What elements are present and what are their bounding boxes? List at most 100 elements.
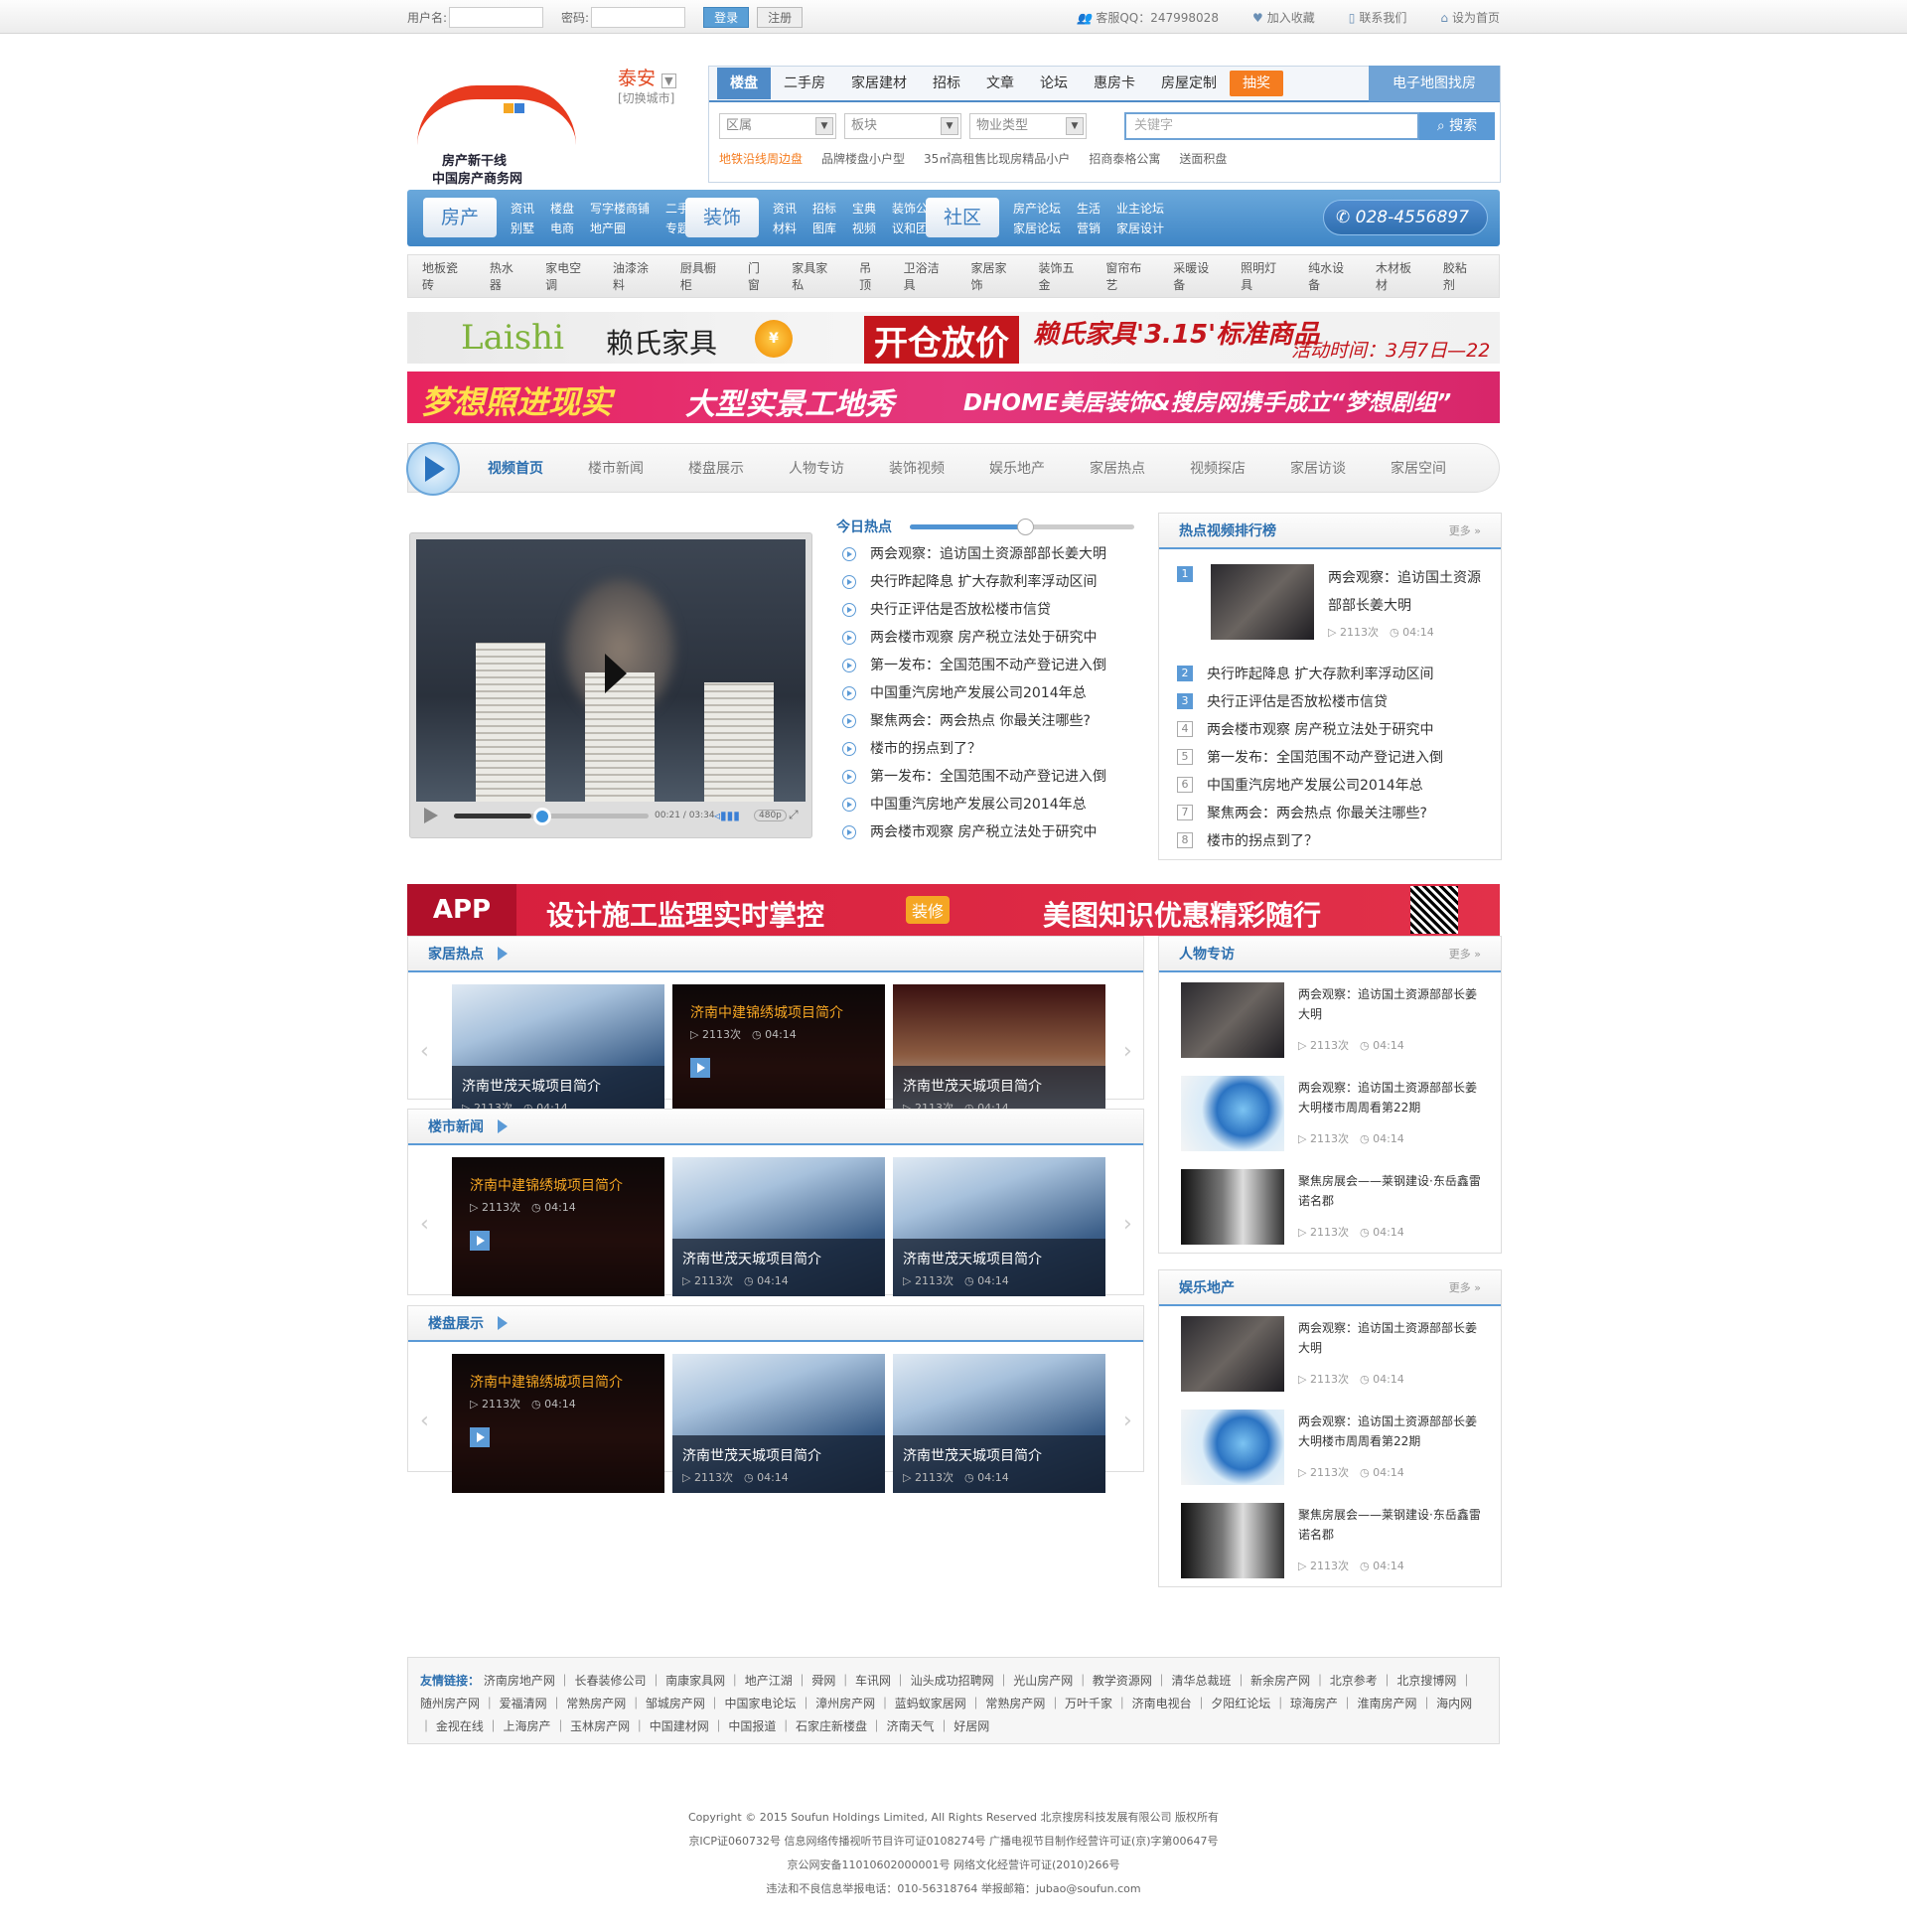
video-slide[interactable]: 济南世茂天城项目简介 ▷ 2113次 ◷ 04:14 (672, 1354, 885, 1493)
category-link[interactable]: 家居家饰 (971, 259, 1018, 293)
play-icon[interactable] (605, 654, 627, 693)
hot-item-title[interactable]: 中国重汽房地产发展公司2014年总 (870, 679, 1087, 707)
rank-title[interactable]: 楼市的拐点到了？ (1207, 830, 1318, 850)
arrow-right-icon[interactable] (498, 1119, 508, 1133)
category-link[interactable]: 采暖设备 (1173, 259, 1220, 293)
hot-item-title[interactable]: 楼市的拐点到了？ (870, 735, 981, 763)
property-type-select[interactable]: 物业类型 ▼ (969, 113, 1087, 139)
hot-item[interactable]: 第一发布：全国范围不动产登记进入倒 (836, 763, 1146, 791)
hot-item[interactable]: 中国重汽房地产发展公司2014年总 (836, 791, 1146, 818)
search-tab[interactable]: 论坛 (1027, 68, 1081, 99)
hot-search-link[interactable]: 品牌楼盘小户型 (821, 150, 905, 167)
side-item[interactable]: 聚焦房展会——莱钢建设·东岳鑫雷诺名郡 ▷ 2113次 ◷ 04:14 (1159, 1493, 1501, 1586)
nav-link[interactable]: 生活 (1077, 200, 1100, 220)
category-link[interactable]: 卫浴洁具 (904, 259, 951, 293)
nav-link[interactable]: 营销 (1077, 220, 1100, 239)
hot-item[interactable]: 央行昨起降息 扩大存款利率浮动区间 (836, 568, 1146, 596)
video-nav-item[interactable]: 家居空间 (1391, 458, 1491, 478)
category-link[interactable]: 装饰五金 (1038, 259, 1085, 293)
district-select[interactable]: 区属 ▼ (719, 113, 836, 139)
video-thumbnail[interactable] (1211, 564, 1314, 640)
hot-item[interactable]: 央行正评估是否放松楼市信贷 (836, 596, 1146, 624)
quality-button[interactable]: 480p (754, 810, 787, 821)
category-link[interactable]: 纯水设备 (1308, 259, 1355, 293)
block-select[interactable]: 板块 ▼ (844, 113, 961, 139)
video-slide[interactable]: 济南世茂天城项目简介 ▷ 2113次 ◷ 04:14 (893, 1157, 1105, 1296)
search-tab[interactable]: 房屋定制 (1148, 68, 1230, 99)
search-tab[interactable]: 二手房 (771, 68, 838, 99)
nav-link[interactable]: 家居设计 (1116, 220, 1164, 239)
slide-title[interactable]: 济南中建锦绣城项目简介 (470, 1175, 664, 1195)
add-favorite-link[interactable]: ♥ 加入收藏 (1252, 9, 1315, 26)
video-nav-item[interactable]: 娱乐地产 (989, 458, 1090, 478)
video-nav-item[interactable]: 人物专访 (789, 458, 889, 478)
video-slide[interactable]: 济南世茂天城项目简介 ▷ 2113次 ◷ 04:14 (893, 1354, 1105, 1493)
side-item[interactable]: 两会观察：追访国土资源部部长姜大明楼市周周看第22期 ▷ 2113次 ◷ 04:1… (1159, 1066, 1501, 1159)
search-tab[interactable]: 家居建材 (838, 68, 920, 99)
slide-title[interactable]: 济南世茂天城项目简介 (903, 1445, 1105, 1465)
rank-item[interactable]: 7 聚焦两会：两会热点 你最关注哪些? (1159, 799, 1501, 826)
rank-title[interactable]: 两会楼市观察 房产税立法处于研究中 (1207, 719, 1433, 739)
hot-item[interactable]: 两会楼市观察 房产税立法处于研究中 (836, 818, 1146, 846)
hot-item[interactable]: 中国重汽房地产发展公司2014年总 (836, 679, 1146, 707)
video-slide[interactable]: 济南世茂天城项目简介 ▷ 2113次 ◷ 04:14 (672, 1157, 885, 1296)
video-slide[interactable]: 济南世茂天城项目简介 ▷ 2113次 ◷ 04:14 (452, 984, 664, 1123)
search-tab[interactable]: 文章 (973, 68, 1027, 99)
hot-item-title[interactable]: 两会观察：追访国土资源部部长姜大明 (870, 540, 1106, 568)
nav-link[interactable]: 宝典 (852, 200, 876, 220)
hot-item[interactable]: 两会观察：追访国土资源部部长姜大明 (836, 540, 1146, 568)
arrow-right-icon[interactable] (498, 947, 508, 961)
hot-item-title[interactable]: 央行正评估是否放松楼市信贷 (870, 596, 1051, 624)
chevron-right-icon[interactable]: › (1123, 1039, 1132, 1064)
video-slide[interactable]: 济南中建锦绣城项目简介 ▷ 2113次 ◷ 04:14 (672, 984, 885, 1123)
side-item-title[interactable]: 聚焦房展会——莱钢建设·东岳鑫雷诺名郡 (1298, 1171, 1487, 1211)
current-city[interactable]: 泰安 ▼ (618, 64, 676, 90)
side-item-title[interactable]: 两会观察：追访国土资源部部长姜大明 (1298, 984, 1487, 1024)
nav-link[interactable]: 楼盘 (550, 200, 574, 220)
app-banner[interactable]: APP 设计施工监理实时掌控 装修 美图知识优惠精彩随行 (407, 884, 1500, 936)
nav-link[interactable]: 视频 (852, 220, 876, 239)
hot-slider[interactable] (910, 518, 1134, 535)
slide-title[interactable]: 济南世茂天城项目简介 (462, 1076, 664, 1096)
video-thumbnail[interactable] (1181, 1076, 1284, 1151)
ranking-more-link[interactable]: 更多 » (1449, 522, 1481, 538)
hot-item[interactable]: 第一发布：全国范围不动产登记进入倒 (836, 652, 1146, 679)
category-link[interactable]: 门窗 (748, 259, 771, 293)
rank-title[interactable]: 两会观察：追访国土资源部部长姜大明 (1328, 564, 1487, 620)
hot-search-link[interactable]: 送面积盘 (1179, 150, 1227, 167)
rank-title[interactable]: 聚焦两会：两会热点 你最关注哪些? (1207, 803, 1427, 822)
video-screen[interactable] (416, 539, 806, 802)
site-logo[interactable]: 房产新干线 中国房产商务网 (407, 56, 591, 187)
nav-link[interactable]: 材料 (773, 220, 797, 239)
side-title[interactable]: 人物专访 (1179, 944, 1235, 964)
hot-item[interactable]: 聚焦两会：两会热点 你最关注哪些? (836, 707, 1146, 735)
laishi-banner[interactable]: Laishi 赖氏家具 ¥ 开仓放价 赖氏家具'3.15'标准商品 活动时间：3… (407, 312, 1500, 364)
chevron-left-icon[interactable]: ‹ (420, 1212, 429, 1237)
play-icon[interactable] (690, 1058, 710, 1078)
hot-item-title[interactable]: 第一发布：全国范围不动产登记进入倒 (870, 652, 1106, 679)
video-player[interactable]: 00:21 / 03:34 ◃▮▮▮ 480p ⤢ (409, 532, 812, 838)
hot-search-link[interactable]: 35㎡高租售比现房精品小户 (924, 150, 1070, 167)
more-link[interactable]: 更多 » (1449, 946, 1481, 962)
category-link[interactable]: 家电空调 (545, 259, 592, 293)
login-button[interactable]: 登录 (703, 7, 750, 28)
hot-item-title[interactable]: 第一发布：全国范围不动产登记进入倒 (870, 763, 1106, 791)
rank-item[interactable]: 6 中国重汽房地产发展公司2014年总 (1159, 771, 1501, 799)
lottery-tab[interactable]: 抽奖 (1230, 71, 1283, 96)
search-tab[interactable]: 招标 (920, 68, 973, 99)
section-title[interactable]: 楼盘展示 (428, 1313, 484, 1333)
video-nav-item[interactable]: 视频探店 (1190, 458, 1290, 478)
play-icon[interactable] (470, 1231, 490, 1251)
more-link[interactable]: 更多 » (1449, 1279, 1481, 1295)
side-item[interactable]: 两会观察：追访国土资源部部长姜大明 ▷ 2113次 ◷ 04:14 (1159, 1306, 1501, 1400)
video-nav-item[interactable]: 装饰视频 (889, 458, 989, 478)
hot-item-title[interactable]: 两会楼市观察 房产税立法处于研究中 (870, 624, 1097, 652)
video-nav-item[interactable]: 家居访谈 (1290, 458, 1391, 478)
side-item[interactable]: 两会观察：追访国土资源部部长姜大明楼市周周看第22期 ▷ 2113次 ◷ 04:1… (1159, 1400, 1501, 1493)
side-item-title[interactable]: 两会观察：追访国土资源部部长姜大明 (1298, 1318, 1487, 1358)
rank-title[interactable]: 央行昨起降息 扩大存款利率浮动区间 (1207, 664, 1433, 683)
hot-item-title[interactable]: 央行昨起降息 扩大存款利率浮动区间 (870, 568, 1097, 596)
video-thumbnail[interactable] (1181, 1169, 1284, 1245)
side-title[interactable]: 娱乐地产 (1179, 1277, 1235, 1297)
chevron-left-icon[interactable]: ‹ (420, 1039, 429, 1064)
